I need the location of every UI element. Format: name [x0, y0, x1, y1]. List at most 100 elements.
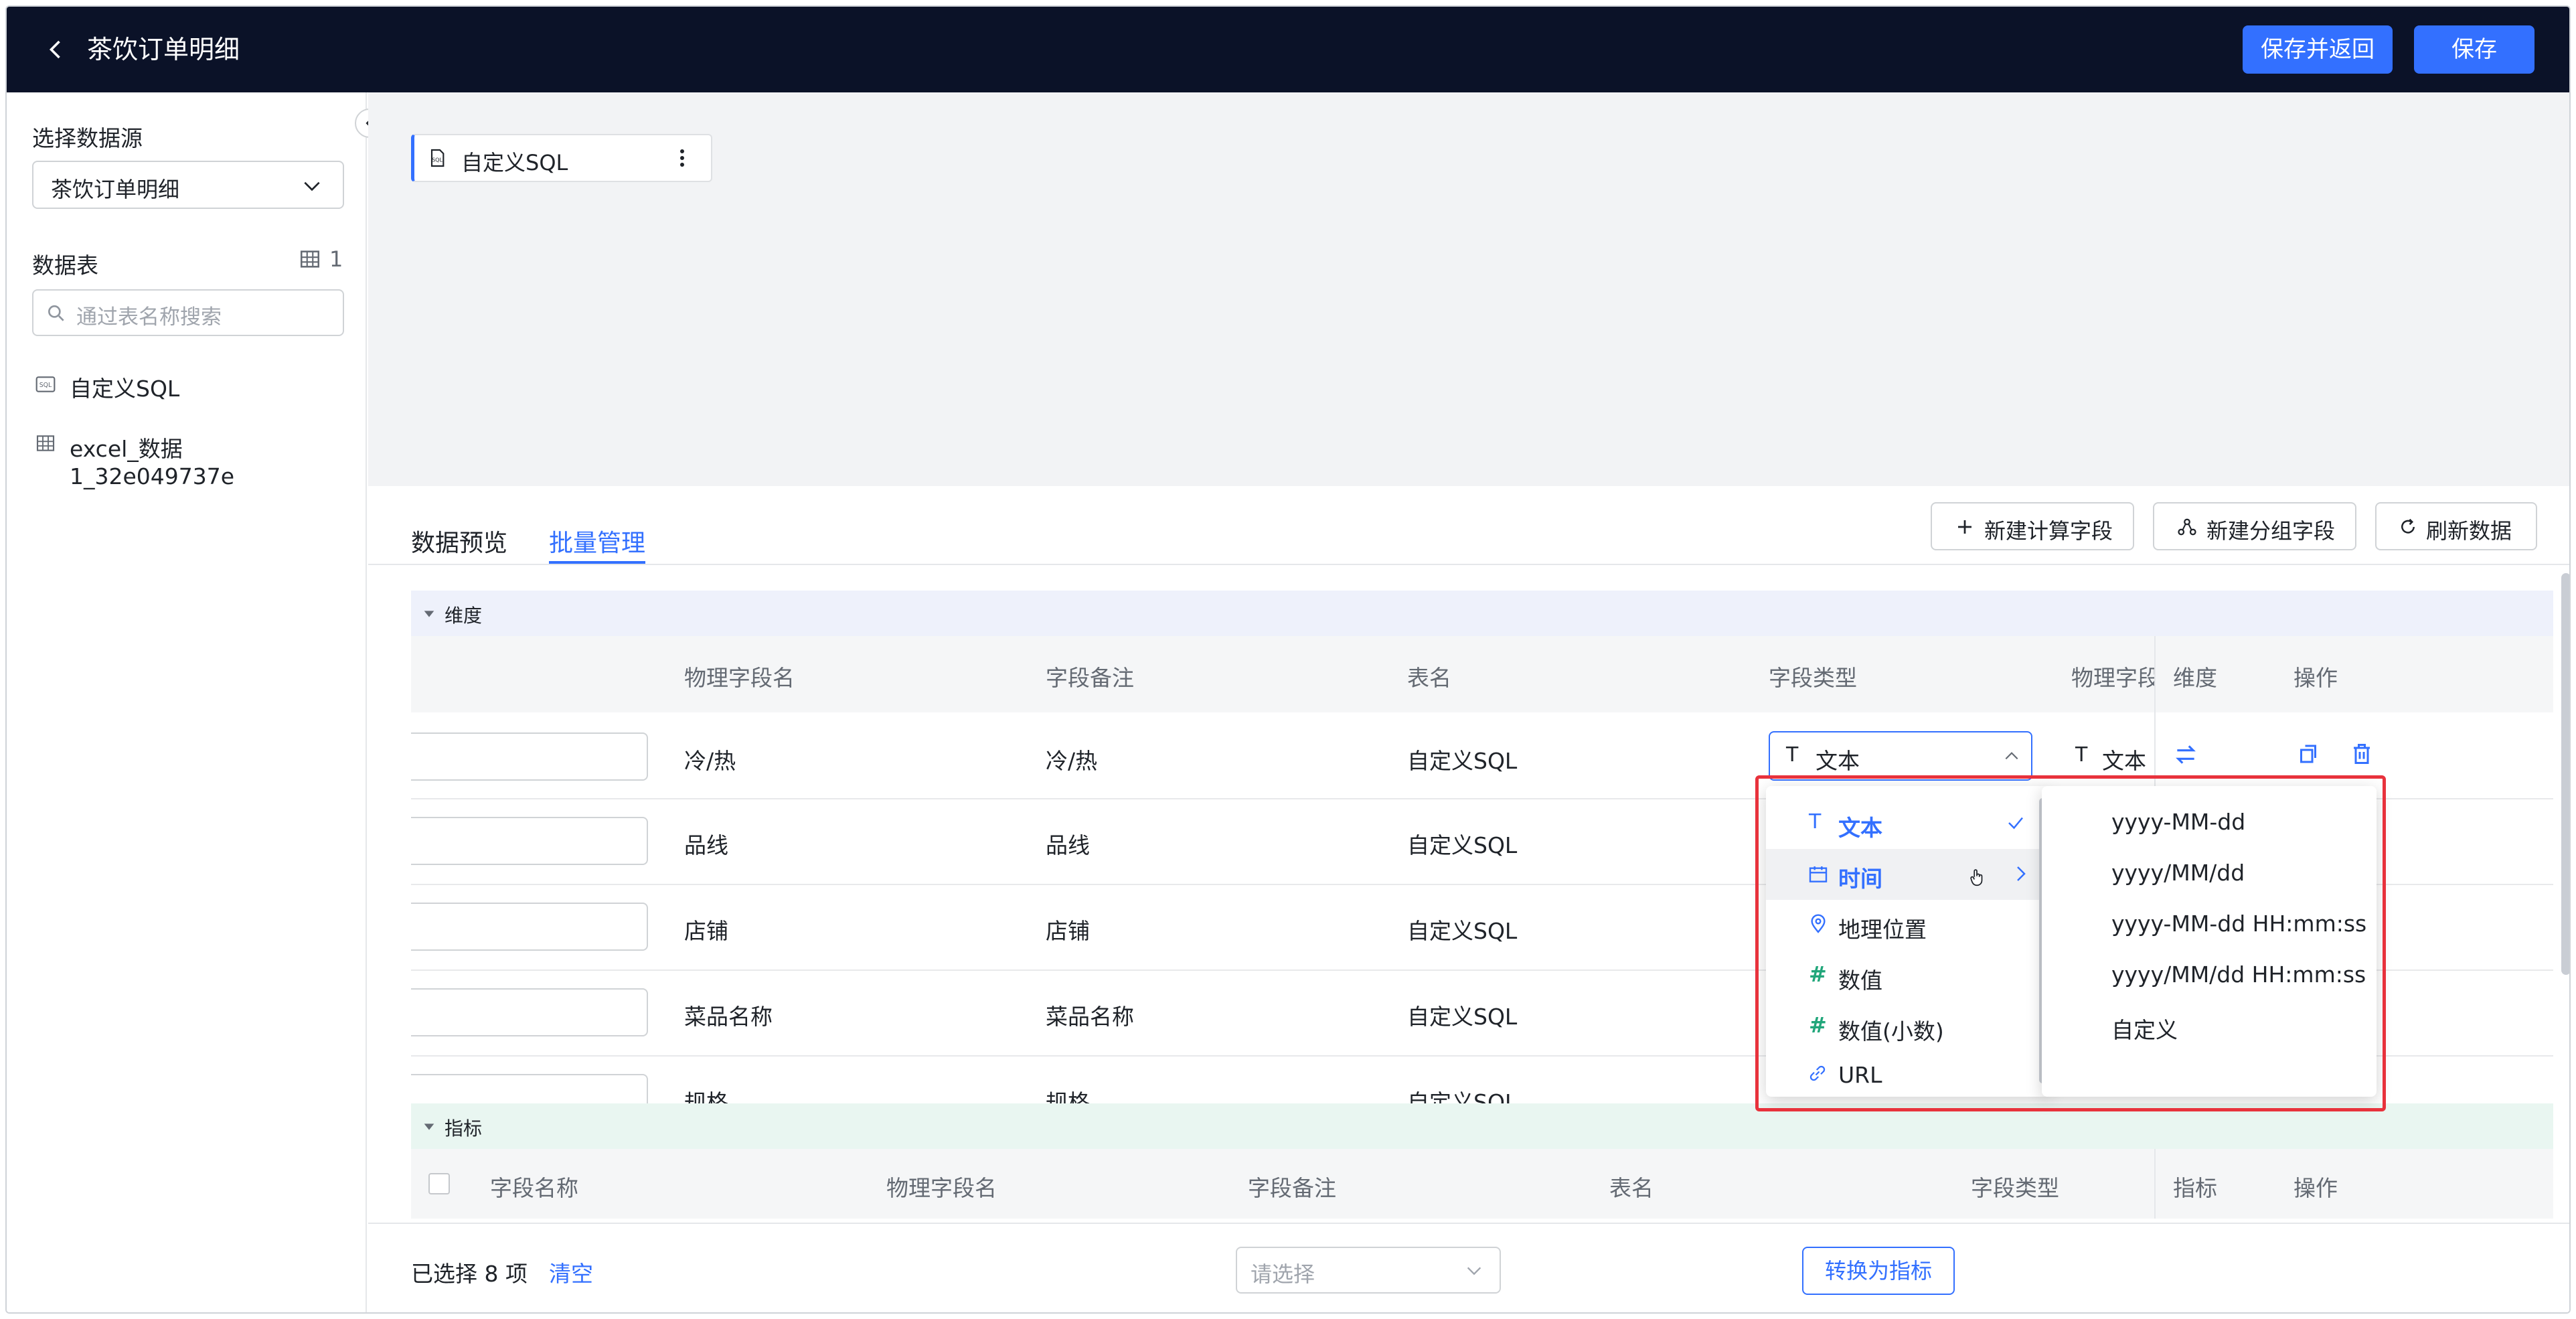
- dimension-column-header: 物理字段名 字段备注 表名 字段类型 物理字段 维度 操作: [411, 636, 2553, 712]
- save-and-return-button[interactable]: 保存并返回: [2243, 25, 2393, 74]
- svg-text:SQL: SQL: [432, 157, 442, 163]
- select-all-checkbox[interactable]: [428, 1173, 450, 1194]
- column-header: 字段类型: [1769, 665, 1857, 691]
- physical-name-cell: 品线: [684, 832, 728, 858]
- table-cell: 自定义SQL: [1407, 832, 1518, 858]
- refresh-icon: [2401, 518, 2415, 534]
- sidebar: 选择数据源 茶饮订单明细 数据表 1 通过表名称搜索 SQL 自定义SQL ex…: [7, 92, 367, 1312]
- physical-type-cell: 文本: [2102, 748, 2146, 774]
- copy-icon[interactable]: [2296, 742, 2320, 766]
- new-group-field-button[interactable]: 新建分组字段: [2153, 502, 2356, 550]
- note-cell: 菜品名称: [1046, 1004, 1134, 1030]
- page-title: 茶饮订单明细: [87, 35, 240, 64]
- convert-to-metric-button[interactable]: 转换为指标: [1802, 1247, 1955, 1295]
- tab-divider: [368, 564, 2569, 565]
- convert-select[interactable]: 请选择: [1236, 1247, 1501, 1294]
- table-cell: 自定义SQL: [1407, 918, 1518, 944]
- physical-name-cell: 菜品名称: [684, 1004, 773, 1030]
- tables-count: 1: [329, 246, 343, 272]
- column-header: 字段名称: [490, 1175, 578, 1201]
- tab-batch-manage[interactable]: 批量管理: [549, 524, 645, 558]
- field-name-input[interactable]: [411, 988, 648, 1036]
- more-vertical-icon[interactable]: [669, 145, 696, 171]
- column-header: 指标: [2173, 1175, 2217, 1201]
- button-label: 新建分组字段: [2206, 518, 2336, 544]
- fixed-columns-header: 维度 操作: [2154, 636, 2553, 712]
- caret-down-icon: [424, 611, 434, 617]
- table-count-icon: [300, 250, 320, 268]
- node-label: 自定义SQL: [461, 150, 568, 175]
- button-label: 新建计算字段: [1984, 518, 2113, 544]
- caret-down-icon: [424, 1123, 434, 1130]
- svg-text:SQL: SQL: [39, 382, 52, 389]
- plus-icon: [1958, 520, 1971, 534]
- footer-divider: [368, 1223, 2569, 1224]
- text-type-icon: T: [2075, 743, 2088, 767]
- table-name: excel_数据1_32e049737e: [70, 436, 235, 489]
- note-cell: 冷/热: [1046, 748, 1098, 774]
- note-cell: 品线: [1046, 832, 1090, 858]
- canvas-table-node[interactable]: SQL 自定义SQL: [411, 134, 712, 182]
- table-search-input[interactable]: 通过表名称搜索: [32, 289, 344, 336]
- vertical-scrollbar[interactable]: [2561, 573, 2569, 975]
- tab-data-preview[interactable]: 数据预览: [411, 524, 507, 558]
- column-header: 表名: [1407, 665, 1451, 691]
- column-header: 字段备注: [1046, 665, 1134, 691]
- chevron-up-icon: [2005, 752, 2018, 760]
- column-header: 维度: [2173, 665, 2217, 691]
- physical-name-cell: 店铺: [684, 918, 728, 944]
- column-header: 表名: [1609, 1175, 1654, 1201]
- text-type-icon: T: [1786, 743, 1799, 767]
- field-name-input[interactable]: [411, 817, 648, 865]
- save-button[interactable]: 保存: [2414, 25, 2534, 74]
- top-bar: 茶饮订单明细 保存并返回 保存: [7, 7, 2569, 92]
- column-header: 物理字段: [2071, 665, 2154, 691]
- table-cell: 自定义SQL: [1407, 748, 1518, 774]
- sql-icon: SQL: [430, 149, 445, 167]
- field-name-input[interactable]: [411, 903, 648, 951]
- selected-count: 已选择 8 项: [411, 1261, 528, 1287]
- button-label: 刷新数据: [2426, 518, 2512, 544]
- back-arrow-icon[interactable]: [44, 37, 68, 62]
- table-name: 自定义SQL: [70, 376, 180, 402]
- field-type-value: 文本: [1816, 748, 1860, 774]
- column-header: 字段类型: [1971, 1175, 2059, 1201]
- chevron-down-icon: [1467, 1267, 1481, 1275]
- clear-button[interactable]: 清空: [549, 1256, 593, 1288]
- tables-label: 数据表: [32, 252, 98, 279]
- field-type-select[interactable]: T 文本: [1769, 731, 2032, 781]
- table-cell: 自定义SQL: [1407, 1004, 1518, 1030]
- group-label: 指标: [445, 1117, 483, 1140]
- note-cell: 店铺: [1046, 918, 1090, 944]
- table-item-excel[interactable]: excel_数据1_32e049737e: [32, 427, 344, 489]
- group-icon: [2178, 518, 2196, 536]
- delete-icon[interactable]: [2350, 742, 2374, 766]
- datasource-value: 茶饮订单明细: [51, 177, 180, 202]
- metric-column-header: 字段名称 物理字段名 字段备注 表名 字段类型 指标 操作: [411, 1149, 2553, 1219]
- select-placeholder: 请选择: [1251, 1261, 1315, 1287]
- datasource-label: 选择数据源: [32, 125, 143, 151]
- model-canvas[interactable]: SQL 自定义SQL: [368, 92, 2569, 486]
- chevron-down-icon: [304, 181, 320, 191]
- sql-icon: SQL: [35, 376, 56, 392]
- column-header: 操作: [2293, 1175, 2338, 1201]
- group-label: 维度: [445, 605, 483, 627]
- highlight-box: [1755, 775, 2386, 1111]
- table-icon: [36, 435, 55, 451]
- dimension-group-header[interactable]: 维度: [411, 591, 2553, 636]
- physical-name-cell: 冷/热: [684, 748, 736, 774]
- column-header: 物理字段名: [684, 665, 795, 691]
- datasource-select[interactable]: 茶饮订单明细: [32, 161, 344, 209]
- refresh-data-button[interactable]: 刷新数据: [2375, 502, 2537, 550]
- new-calc-field-button[interactable]: 新建计算字段: [1931, 502, 2134, 550]
- column-header: 操作: [2293, 665, 2338, 691]
- column-header: 物理字段名: [886, 1175, 997, 1201]
- search-icon: [48, 305, 64, 321]
- app-window: 茶饮订单明细 保存并返回 保存 选择数据源 茶饮订单明细 数据表 1 通过表名称…: [5, 5, 2571, 1314]
- column-header: 字段备注: [1248, 1175, 1336, 1201]
- fixed-columns-header: 指标 操作: [2154, 1149, 2553, 1219]
- search-placeholder: 通过表名称搜索: [76, 305, 222, 329]
- swap-icon[interactable]: [2173, 742, 2198, 767]
- table-item-sql[interactable]: SQL 自定义SQL: [32, 367, 344, 404]
- field-name-input[interactable]: [411, 732, 648, 781]
